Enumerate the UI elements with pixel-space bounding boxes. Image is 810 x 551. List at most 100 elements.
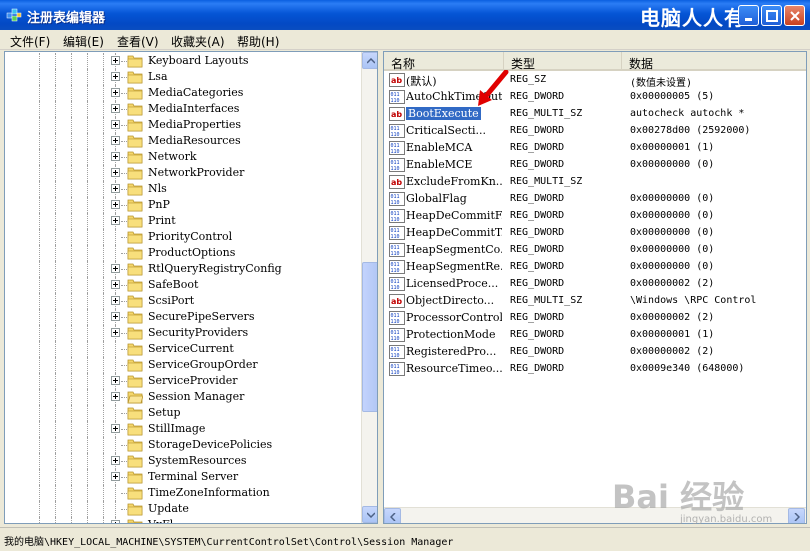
- registry-value-list[interactable]: 名称 类型 数据 ab (默认) REG_SZ (数值未设置) 011 110 AutoCh…: [383, 51, 807, 524]
- expand-toggle-icon[interactable]: [111, 424, 120, 433]
- menu-favorites[interactable]: 收藏夹(A): [171, 33, 225, 50]
- menu-edit[interactable]: 编辑(E): [63, 33, 104, 50]
- tree-item[interactable]: MediaInterfaces: [5, 101, 363, 117]
- value-name: ObjectDirecto...: [406, 294, 502, 307]
- menu-file[interactable]: 文件(F): [10, 33, 50, 50]
- value-type: REG_MULTI_SZ: [510, 176, 583, 187]
- menu-view[interactable]: 查看(V): [117, 33, 159, 50]
- value-row[interactable]: ab (默认) REG_SZ (数值未设置): [384, 72, 804, 89]
- value-type: REG_MULTI_SZ: [510, 108, 583, 119]
- value-row[interactable]: ab ExcludeFromKn... REG_MULTI_SZ: [384, 174, 804, 191]
- tree-item[interactable]: Nls: [5, 181, 363, 197]
- tree-item[interactable]: Session Manager: [5, 389, 363, 405]
- tree-item[interactable]: RtlQueryRegistryConfig: [5, 261, 363, 277]
- maximize-button[interactable]: [761, 5, 782, 26]
- expand-toggle-icon[interactable]: [111, 168, 120, 177]
- tree-item[interactable]: ServiceCurrent: [5, 341, 363, 357]
- expand-toggle-icon[interactable]: [111, 136, 120, 145]
- tree-item[interactable]: ScsiPort: [5, 293, 363, 309]
- expand-toggle-icon[interactable]: [111, 456, 120, 465]
- value-name-text: ObjectDirecto...: [406, 294, 495, 307]
- tree-item[interactable]: ServiceGroupOrder: [5, 357, 363, 373]
- string-value-icon: ab: [389, 73, 405, 87]
- tree-item[interactable]: MediaCategories: [5, 85, 363, 101]
- value-row[interactable]: 011 110 CriticalSecti... REG_DWORD 0x00278d0…: [384, 123, 804, 140]
- value-row[interactable]: 011 110 EnableMCA REG_DWORD 0x00000001 (1): [384, 140, 804, 157]
- scroll-up-button[interactable]: [362, 52, 377, 69]
- value-row[interactable]: 011 110 ProtectionMode REG_DWORD 0x00000001 …: [384, 327, 804, 344]
- expand-toggle-icon[interactable]: [111, 200, 120, 209]
- tree-item[interactable]: SecurityProviders: [5, 325, 363, 341]
- tree-item[interactable]: Network: [5, 149, 363, 165]
- status-bar: 我的电脑\HKEY_LOCAL_MACHINE\SYSTEM\CurrentCo…: [0, 527, 810, 551]
- tree-item[interactable]: NetworkProvider: [5, 165, 363, 181]
- value-row[interactable]: 011 110 ResourceTimeo... REG_DWORD 0x0009e34…: [384, 361, 804, 378]
- tree-item[interactable]: Update: [5, 501, 363, 517]
- expand-toggle-icon[interactable]: [111, 56, 120, 65]
- value-data: 0x0009e340 (648000): [630, 363, 745, 374]
- value-row[interactable]: ab BootExecute REG_MULTI_SZ autocheck autoc…: [384, 106, 804, 123]
- value-row[interactable]: 011 110 HeapSegmentRe... REG_DWORD 0x0000000…: [384, 259, 804, 276]
- expand-toggle-icon[interactable]: [111, 152, 120, 161]
- tree-item[interactable]: SystemResources: [5, 453, 363, 469]
- value-row[interactable]: 011 110 LicensedProce... REG_DWORD 0x0000000…: [384, 276, 804, 293]
- expand-toggle-icon[interactable]: [111, 264, 120, 273]
- tree-item[interactable]: SafeBoot: [5, 277, 363, 293]
- menu-help[interactable]: 帮助(H): [237, 33, 279, 50]
- value-row[interactable]: 011 110 AutoChkTimeOut REG_DWORD 0x00000005 …: [384, 89, 804, 106]
- tree-item[interactable]: MediaProperties: [5, 117, 363, 133]
- tree-item[interactable]: PriorityControl: [5, 229, 363, 245]
- scroll-left-button[interactable]: [384, 508, 401, 523]
- value-row[interactable]: 011 110 GlobalFlag REG_DWORD 0x00000000 (0): [384, 191, 804, 208]
- tree-item[interactable]: StillImage: [5, 421, 363, 437]
- expand-toggle-icon[interactable]: [111, 472, 120, 481]
- folder-icon: [127, 455, 143, 468]
- expand-toggle-icon[interactable]: [111, 376, 120, 385]
- expand-toggle-icon[interactable]: [111, 120, 120, 129]
- scroll-right-button[interactable]: [788, 508, 805, 523]
- expand-toggle-icon[interactable]: [111, 296, 120, 305]
- column-header-data[interactable]: 数据: [622, 52, 806, 71]
- expand-toggle-icon[interactable]: [111, 72, 120, 81]
- expand-toggle-icon[interactable]: [111, 216, 120, 225]
- binary-value-icon: 011110: [389, 311, 405, 325]
- expand-toggle-icon[interactable]: [111, 328, 120, 337]
- binary-value-icon: 011110: [389, 158, 405, 172]
- tree-item[interactable]: StorageDevicePolicies: [5, 437, 363, 453]
- expand-toggle-icon[interactable]: [111, 520, 120, 523]
- value-row[interactable]: 011 110 HeapDeCommitF... REG_DWORD 0x0000000…: [384, 208, 804, 225]
- tree-item[interactable]: ServiceProvider: [5, 373, 363, 389]
- expand-toggle-icon[interactable]: [111, 280, 120, 289]
- column-header-name[interactable]: 名称: [384, 52, 504, 71]
- tree-item[interactable]: Setup: [5, 405, 363, 421]
- value-row[interactable]: 011 110 HeapDeCommitT... REG_DWORD 0x0000000…: [384, 225, 804, 242]
- close-button[interactable]: [784, 5, 805, 26]
- value-row[interactable]: 011 110 RegisteredPro... REG_DWORD 0x0000000…: [384, 344, 804, 361]
- tree-item[interactable]: Lsa: [5, 69, 363, 85]
- expand-toggle-icon[interactable]: [111, 184, 120, 193]
- minimize-button[interactable]: [738, 5, 759, 26]
- scroll-thumb[interactable]: [362, 262, 377, 412]
- tree-vertical-scrollbar[interactable]: [361, 52, 377, 523]
- tree-item[interactable]: Keyboard Layouts: [5, 53, 363, 69]
- value-row[interactable]: ab ObjectDirecto... REG_MULTI_SZ \Windows \…: [384, 293, 804, 310]
- scroll-down-button[interactable]: [362, 506, 377, 523]
- expand-toggle-icon[interactable]: [111, 88, 120, 97]
- tree-item[interactable]: VxFl: [5, 517, 363, 523]
- tree-item[interactable]: TimeZoneInformation: [5, 485, 363, 501]
- tree-item[interactable]: MediaResources: [5, 133, 363, 149]
- expand-toggle-icon[interactable]: [111, 392, 120, 401]
- value-row[interactable]: 011 110 HeapSegmentCo... REG_DWORD 0x0000000…: [384, 242, 804, 259]
- tree-item[interactable]: Terminal Server: [5, 469, 363, 485]
- tree-item[interactable]: PnP: [5, 197, 363, 213]
- tree-item[interactable]: Print: [5, 213, 363, 229]
- expand-toggle-icon[interactable]: [111, 312, 120, 321]
- value-row[interactable]: 011 110 EnableMCE REG_DWORD 0x00000000 (0): [384, 157, 804, 174]
- expand-toggle-icon[interactable]: [111, 104, 120, 113]
- value-row[interactable]: 011 110 ProcessorControl REG_DWORD 0x0000000…: [384, 310, 804, 327]
- column-header-type[interactable]: 类型: [504, 52, 622, 71]
- title-bar[interactable]: 注册表编辑器 电脑人人有: [0, 0, 810, 30]
- tree-item[interactable]: ProductOptions: [5, 245, 363, 261]
- tree-item[interactable]: SecurePipeServers: [5, 309, 363, 325]
- registry-key-tree[interactable]: Keyboard Layouts Lsa MediaCategories MediaI…: [4, 51, 378, 524]
